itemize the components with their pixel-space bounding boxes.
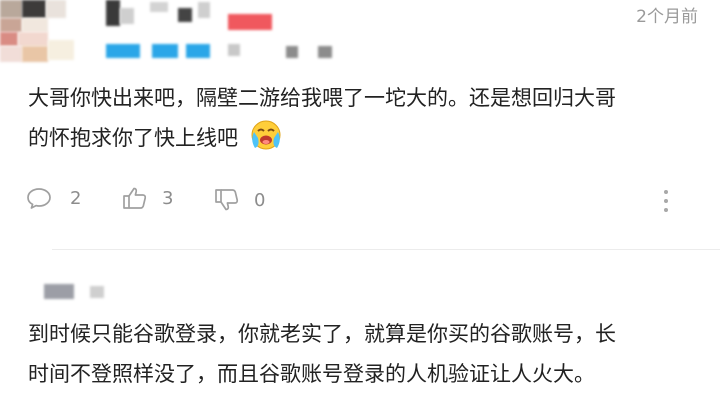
thumbs-up-icon bbox=[123, 187, 147, 209]
like-count: 3 bbox=[162, 187, 174, 209]
crying-face-icon bbox=[249, 119, 283, 164]
reply-button[interactable]: 2 bbox=[26, 186, 81, 210]
comment1-badge bbox=[318, 46, 332, 58]
comment1-text: 大哥你快出来吧，隔壁二游给我喂了一坨大的。还是想回归大哥 的怀抱求你了快上线吧 bbox=[28, 78, 708, 164]
reply-count: 2 bbox=[70, 187, 82, 209]
comment-divider bbox=[52, 249, 720, 250]
more-dot bbox=[664, 199, 668, 203]
thumbs-down-icon bbox=[215, 189, 239, 211]
comment1-line1: 大哥你快出来吧，隔壁二游给我喂了一坨大的。还是想回归大哥 bbox=[28, 86, 616, 110]
dislike-button[interactable]: 0 bbox=[214, 188, 265, 212]
like-button[interactable]: 3 bbox=[122, 186, 173, 210]
comment1-avatar[interactable] bbox=[0, 0, 90, 62]
more-dot bbox=[664, 190, 668, 194]
dislike-count: 0 bbox=[254, 189, 266, 211]
comment2-username[interactable] bbox=[44, 284, 114, 300]
comment1-line2: 的怀抱求你了快上线吧 bbox=[28, 126, 238, 150]
more-options-button[interactable] bbox=[664, 190, 668, 212]
comment1-timestamp: 2个月前 bbox=[636, 7, 698, 27]
comment1-username[interactable] bbox=[100, 0, 298, 62]
more-dot bbox=[664, 208, 668, 212]
comment-bubble-icon bbox=[27, 188, 51, 209]
comment2-line1: 到时候只能谷歌登录，你就老实了，就算是你买的谷歌账号，长 bbox=[28, 322, 616, 346]
comment2-text: 到时候只能谷歌登录，你就老实了，就算是你买的谷歌账号，长 时间不登照样没了，而且… bbox=[28, 314, 718, 394]
comment2-line2: 时间不登照样没了，而且谷歌账号登录的人机验证让人火大。 bbox=[28, 362, 595, 386]
